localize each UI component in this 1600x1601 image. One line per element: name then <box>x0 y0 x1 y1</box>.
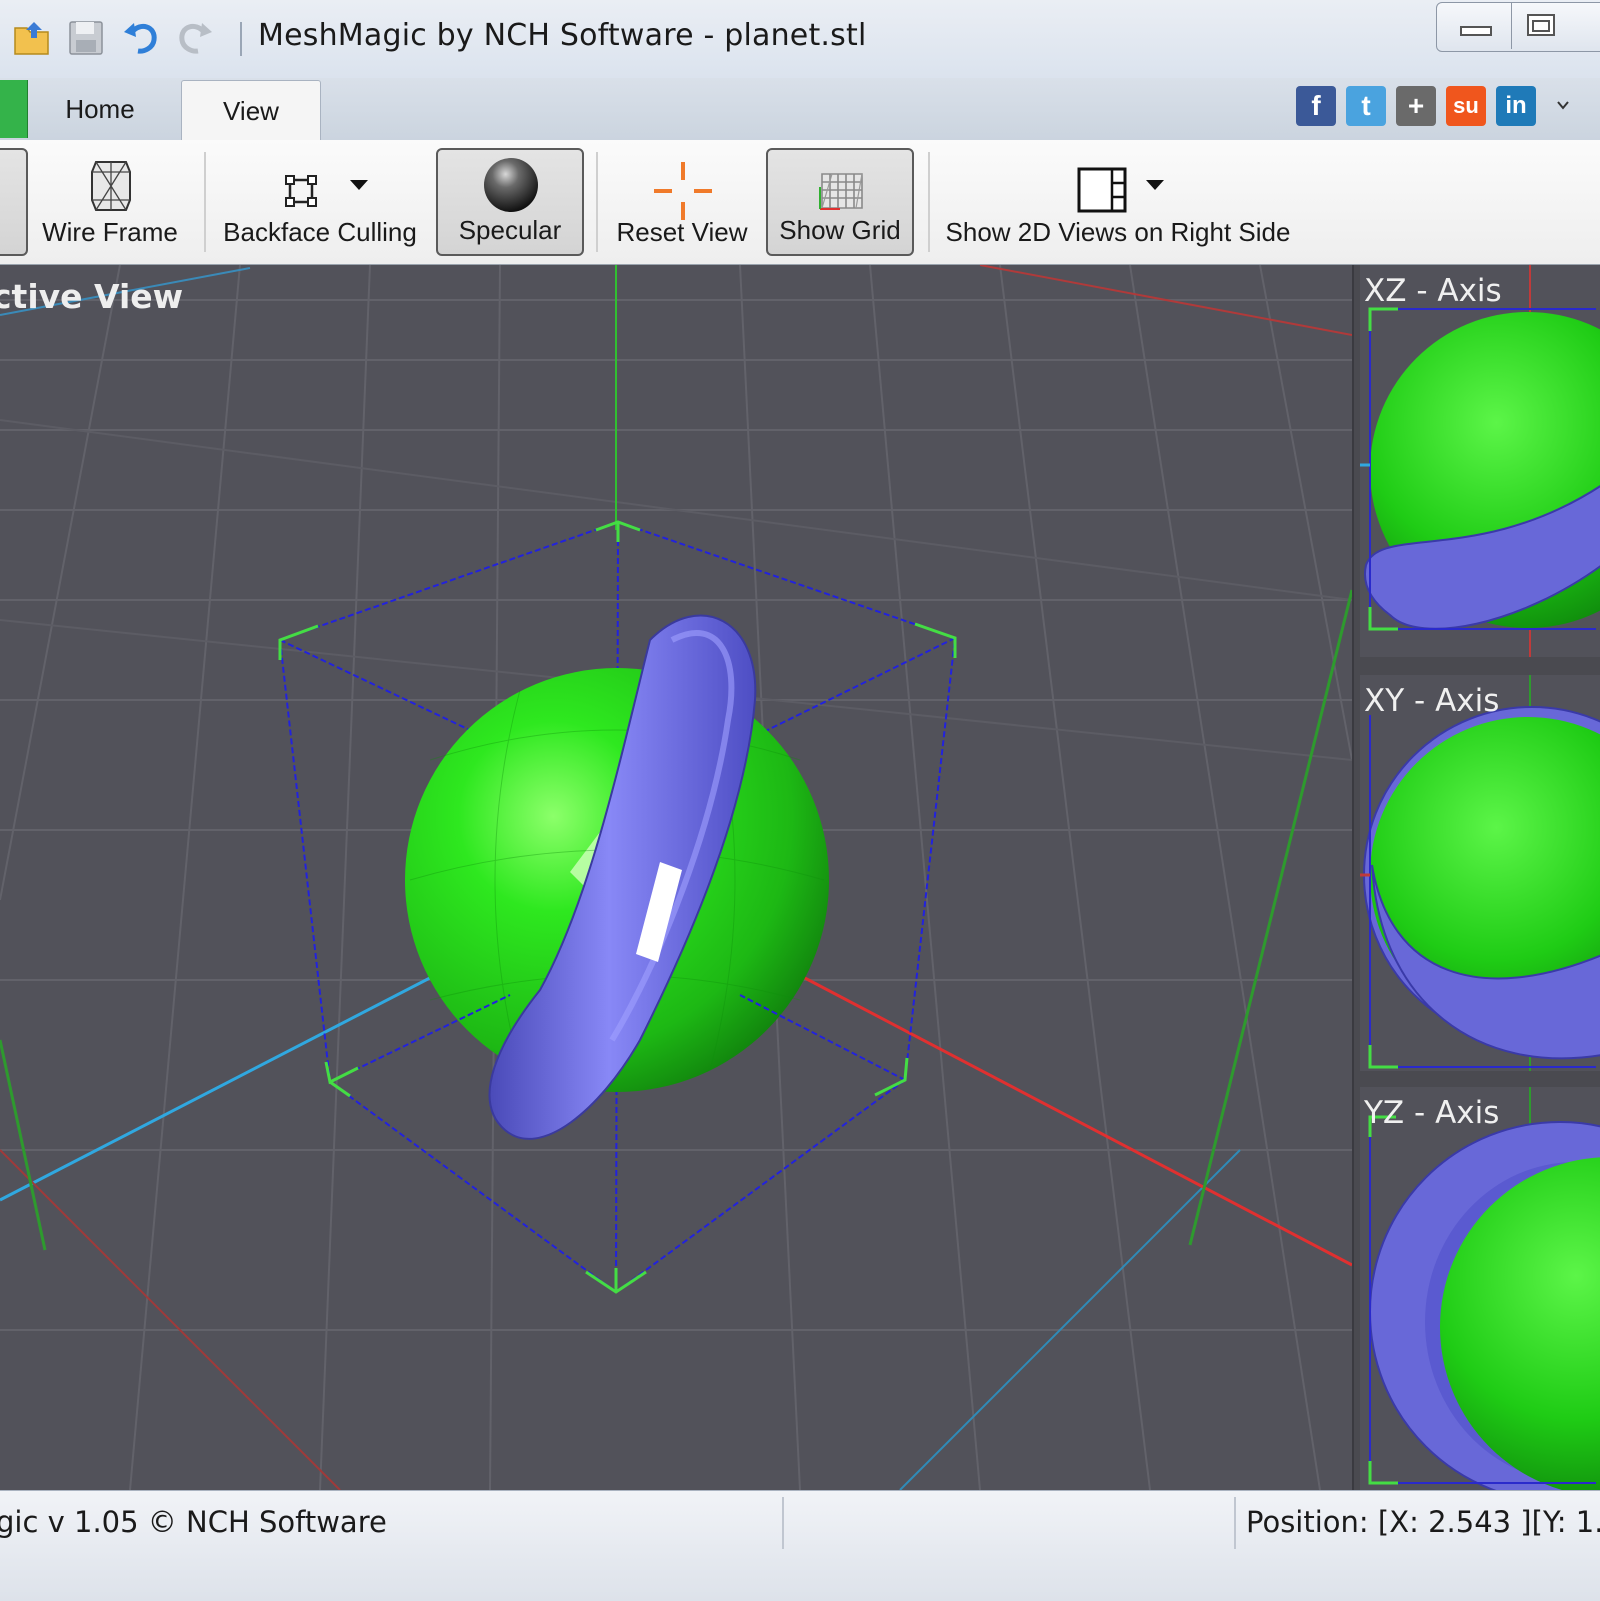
yz-axis-label: YZ - Axis <box>1364 1095 1500 1131</box>
reset-view-crosshair-icon <box>654 162 712 220</box>
status-separator <box>782 1497 784 1549</box>
minimize-button[interactable] <box>1443 3 1503 49</box>
scene-canvas <box>0 265 1352 1490</box>
window-controls <box>1436 2 1600 52</box>
maximize-button[interactable] <box>1511 3 1572 49</box>
tab-home[interactable]: Home <box>40 80 160 138</box>
x-axis-line <box>779 963 1352 1267</box>
specular-button[interactable]: Specular <box>436 148 584 256</box>
ribbon-separator <box>928 152 930 252</box>
wire-frame-button[interactable]: Wire Frame <box>34 148 186 256</box>
xz-axis-view[interactable]: XZ - Axis <box>1360 265 1600 657</box>
google-plus-icon[interactable]: + <box>1396 86 1436 126</box>
twitter-icon[interactable]: t <box>1346 86 1386 126</box>
title-separator <box>240 22 242 56</box>
reset-view-label: Reset View <box>616 217 748 247</box>
xz-axis-label: XZ - Axis <box>1364 273 1502 309</box>
perspective-viewport[interactable]: ctive View <box>0 265 1352 1490</box>
version-text: gic v 1.05 © NCH Software <box>0 1505 387 1539</box>
xy-axis-view[interactable]: XY - Axis <box>1360 675 1600 1071</box>
status-bar: gic v 1.05 © NCH Software Position: [X: … <box>0 1490 1600 1601</box>
side-2d-views-panel: XZ - Axis XY - Axis YZ - Axis <box>1352 265 1600 1490</box>
show-2d-views-label: Show 2D Views on Right Side <box>945 217 1291 247</box>
cursor-position-readout: Position: [X: 2.543 ][Y: 1.7 <box>1246 1505 1600 1539</box>
backface-culling-icon <box>285 175 317 207</box>
backface-culling-label: Backface Culling <box>223 217 417 247</box>
open-folder-icon[interactable] <box>12 18 52 58</box>
title-bar: MeshMagic by NCH Software - planet.stl <box>0 0 1600 79</box>
wire-frame-label: Wire Frame <box>42 217 178 247</box>
status-separator <box>1234 1497 1236 1549</box>
show-grid-label: Show Grid <box>779 215 901 245</box>
maximize-icon <box>1527 14 1555 36</box>
ribbon-separator <box>204 152 206 252</box>
backface-culling-button[interactable]: Backface Culling <box>216 148 424 256</box>
xy-axis-canvas <box>1360 675 1600 1071</box>
window-title: MeshMagic by NCH Software - planet.stl <box>258 18 867 53</box>
facebook-icon[interactable]: f <box>1296 86 1336 126</box>
linkedin-icon[interactable]: in <box>1496 86 1536 126</box>
previous-view-button[interactable] <box>0 148 28 256</box>
ribbon-options-chevron-icon[interactable] <box>1556 100 1570 112</box>
backface-culling-dropdown-icon[interactable] <box>350 180 368 190</box>
undo-icon[interactable] <box>122 18 162 58</box>
split-view-icon <box>1077 167 1127 213</box>
z-axis-line <box>0 963 456 1202</box>
specular-sphere-icon <box>484 158 538 212</box>
show-2d-views-dropdown-icon[interactable] <box>1146 180 1164 190</box>
redo-icon[interactable] <box>174 18 214 58</box>
yz-axis-canvas <box>1368 1087 1600 1490</box>
show-grid-button[interactable]: Show Grid <box>766 148 914 256</box>
wire-frame-icon <box>91 161 131 211</box>
minimize-icon <box>1460 26 1492 36</box>
file-menu-tab[interactable] <box>0 80 28 138</box>
tab-view[interactable]: View <box>181 80 321 141</box>
ribbon-separator <box>596 152 598 252</box>
yz-axis-view[interactable]: YZ - Axis <box>1360 1087 1600 1490</box>
stumbleupon-icon[interactable]: su <box>1446 86 1486 126</box>
perspective-view-label: ctive View <box>0 277 184 316</box>
save-icon[interactable] <box>66 18 106 58</box>
specular-label: Specular <box>458 215 562 245</box>
ribbon-panel: Wire Frame Backface Culling Specular Res… <box>0 140 1600 265</box>
xy-axis-label: XY - Axis <box>1364 683 1500 719</box>
reset-view-button[interactable]: Reset View <box>608 148 756 256</box>
show-2d-views-button[interactable]: Show 2D Views on Right Side <box>940 148 1296 256</box>
show-grid-icon <box>819 173 863 210</box>
xz-axis-canvas <box>1360 265 1600 657</box>
